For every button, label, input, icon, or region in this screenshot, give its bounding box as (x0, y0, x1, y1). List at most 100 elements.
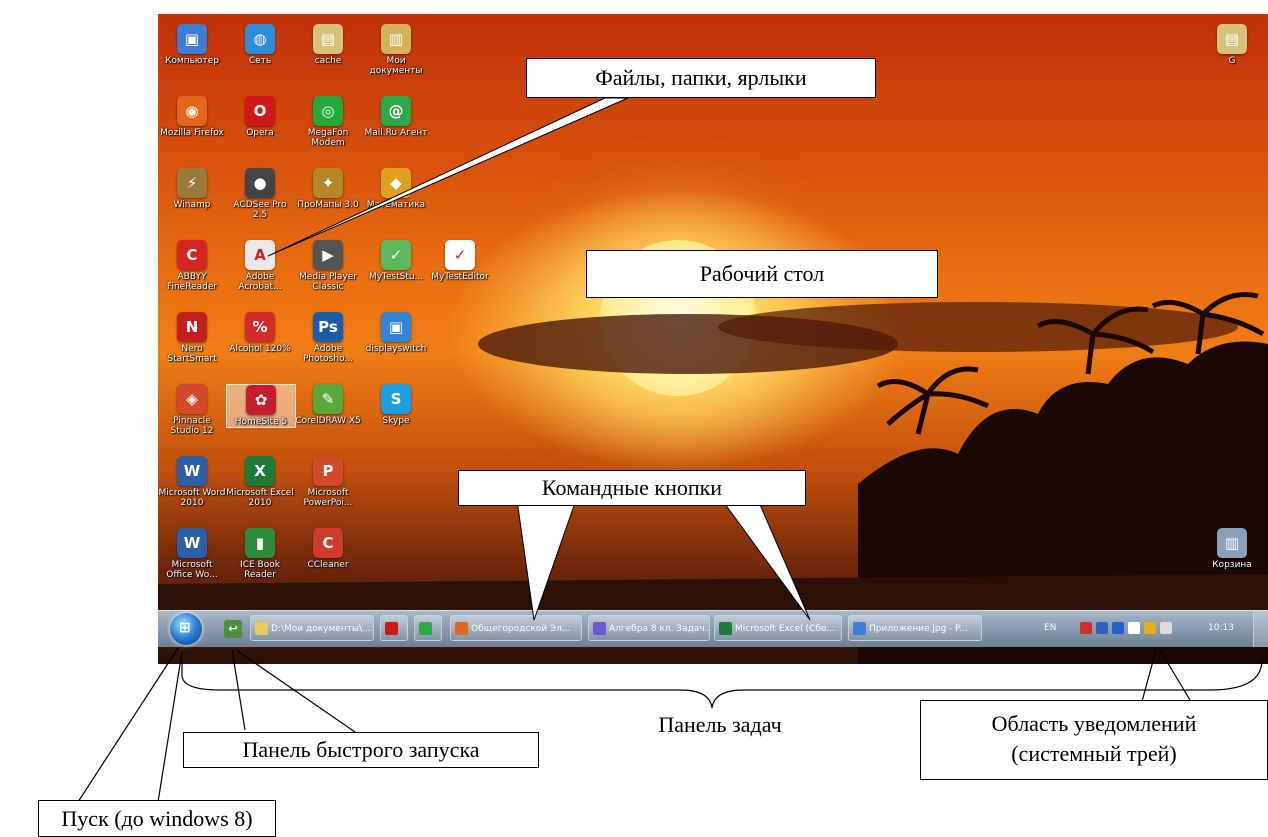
desktop-icon[interactable]: X Microsoft Excel 2010 (226, 456, 294, 508)
taskbar-button[interactable]: Алгебра 8 кл. Задач... (588, 615, 710, 641)
desktop-icon-label: Microsoft PowerPoi... (303, 488, 353, 508)
taskbar-button[interactable]: D:\Мои документы\... (250, 615, 374, 641)
app-icon: ✓ (445, 240, 475, 270)
tray-icon[interactable] (1096, 622, 1108, 634)
label-taskbar: Панель задач (658, 712, 782, 737)
tray-clock[interactable]: 10:13 (1208, 621, 1234, 635)
desktop-icon[interactable]: S Skype (362, 384, 430, 426)
app-icon: ◉ (177, 96, 207, 126)
tray-icon[interactable] (1112, 622, 1124, 634)
desktop-icon[interactable]: C CCleaner (294, 528, 362, 570)
desktop-screenshot: ▣ Компьютер ◍ Сеть ▤ cache ▥ Мои документы ◉ Mozi… (158, 14, 1268, 664)
desktop-icon[interactable]: ▥ Корзина (1198, 528, 1266, 570)
desktop-icon[interactable]: ⚡ Winamp (158, 168, 226, 210)
desktop-icon[interactable]: ▥ Мои документы (362, 24, 430, 76)
app-icon (853, 622, 866, 635)
desktop-icon[interactable]: P Microsoft PowerPoi... (294, 456, 362, 508)
app-icon: % (245, 312, 275, 342)
quick-launch-icon[interactable]: ↩ (224, 620, 242, 638)
tray-icon[interactable] (1160, 622, 1172, 634)
start-button[interactable]: ⊞ (170, 613, 202, 645)
desktop-icon-label: CCleaner (307, 560, 349, 570)
tray-icon[interactable] (1128, 622, 1140, 634)
tray-icon[interactable] (1080, 622, 1092, 634)
desktop-icon[interactable]: ✦ ПроМапы 3.0 (294, 168, 362, 210)
desktop-icon[interactable]: ◈ Pinnacle Studio 12 (158, 384, 226, 436)
desktop-icon[interactable]: Ps Adobe Photosho... (294, 312, 362, 364)
show-desktop-button[interactable] (1253, 611, 1268, 647)
callout-desktop: Рабочий стол (586, 250, 938, 298)
desktop-icon[interactable]: W Microsoft Office Wo... (158, 528, 226, 580)
taskbar-button[interactable] (380, 615, 408, 641)
language-indicator[interactable]: EN (1044, 621, 1056, 635)
desktop-icon[interactable]: A Adobe Acrobat... (226, 240, 294, 292)
desktop-icon-label: Adobe Acrobat... (238, 272, 282, 292)
desktop-icon-label: Microsoft Office Wo... (166, 560, 218, 580)
desktop-icon[interactable]: ◍ Сеть (226, 24, 294, 66)
desktop-icon[interactable]: O Opera (226, 96, 294, 138)
desktop-icon[interactable]: ◉ Mozilla Firefox (158, 96, 226, 138)
desktop-icon[interactable]: % Alcohol 120% (226, 312, 294, 354)
app-icon: P (313, 456, 343, 486)
app-icon: ▤ (1217, 24, 1247, 54)
notification-area-title: Область уведомлений (991, 711, 1197, 736)
tray-icon[interactable] (1144, 622, 1156, 634)
desktop-icon[interactable]: ✿ HomeSite 5 (226, 384, 296, 428)
app-icon (255, 622, 268, 635)
desktop-icon[interactable]: ▶ Media Player Classic (294, 240, 362, 292)
taskbar: ⊞ ↩ D:\Мои документы\... Общегородской Эл… (158, 610, 1268, 647)
desktop-icon[interactable]: ▣ displayswitch (362, 312, 430, 354)
taskbar-button[interactable]: Общегородской Эл... (450, 615, 582, 641)
taskbar-button[interactable]: Microsoft Excel (Сбо... (714, 615, 842, 641)
desktop-icon-label: Сеть (248, 56, 272, 66)
desktop-icon[interactable]: @ Mail.Ru Агент (362, 96, 430, 138)
app-icon: C (313, 528, 343, 558)
desktop-icon-label: Мои документы (369, 56, 423, 76)
desktop-icon[interactable]: ✎ CorelDRAW X5 (294, 384, 362, 426)
desktop-icon-label: Microsoft Excel 2010 (226, 488, 294, 508)
callout-start: Пуск (до windows 8) (38, 800, 276, 837)
app-icon (455, 622, 468, 635)
desktop-icon-label: Media Player Classic (299, 272, 357, 292)
desktop-icon[interactable]: ▤ G (1198, 24, 1266, 66)
app-icon: ✿ (246, 385, 276, 415)
desktop-icon[interactable]: ◆ Математика (362, 168, 430, 210)
app-icon: ✦ (313, 168, 343, 198)
desktop-icon[interactable]: N Nero StartSmart (158, 312, 226, 364)
desktop-icon-label: ICE Book Reader (240, 560, 280, 580)
desktop-icon-label: ACDSee Pro 2.5 (233, 200, 287, 220)
desktop-icon-label: ABBYY FineReader (166, 272, 218, 292)
app-icon: ▣ (177, 24, 207, 54)
app-icon: @ (381, 96, 411, 126)
desktop-icon[interactable]: W Microsoft Word 2010 (158, 456, 226, 508)
app-icon: S (381, 384, 411, 414)
app-icon: ▥ (1217, 528, 1247, 558)
desktop-icon[interactable]: ● ACDSee Pro 2.5 (226, 168, 294, 220)
callout-files: Файлы, папки, ярлыки (526, 58, 876, 98)
taskbar-button-label: Общегородской Эл... (471, 624, 571, 634)
taskbar-button[interactable] (414, 615, 442, 641)
app-icon: ▤ (313, 24, 343, 54)
app-icon: ▮ (245, 528, 275, 558)
app-icon: ▥ (381, 24, 411, 54)
desktop-icon-label: HomeSite 5 (234, 417, 288, 427)
app-icon (419, 622, 432, 635)
app-icon: O (245, 96, 275, 126)
desktop-icon-label: Microsoft Word 2010 (158, 488, 226, 508)
app-icon: ✓ (381, 240, 411, 270)
taskbar-button[interactable]: Приложение.jpg - P... (848, 615, 982, 641)
desktop-icon[interactable]: ▮ ICE Book Reader (226, 528, 294, 580)
app-icon: N (177, 312, 207, 342)
app-icon (385, 622, 398, 635)
app-icon: ◎ (313, 96, 343, 126)
desktop-icon[interactable]: C ABBYY FineReader (158, 240, 226, 292)
desktop-icon-label: Pinnacle Studio 12 (170, 416, 214, 436)
desktop-icon-label: Mail.Ru Агент (364, 128, 428, 138)
desktop-icon[interactable]: ◎ MegaFon Modem (294, 96, 362, 148)
desktop-icon[interactable]: ▤ cache (294, 24, 362, 66)
desktop-icon-label: Mozilla Firefox (160, 128, 224, 138)
desktop-icon[interactable]: ▣ Компьютер (158, 24, 226, 66)
desktop-icon[interactable]: ✓ MyTestStu... (362, 240, 430, 282)
app-icon: ● (245, 168, 275, 198)
desktop-icon[interactable]: ✓ MyTestEditor (426, 240, 494, 282)
